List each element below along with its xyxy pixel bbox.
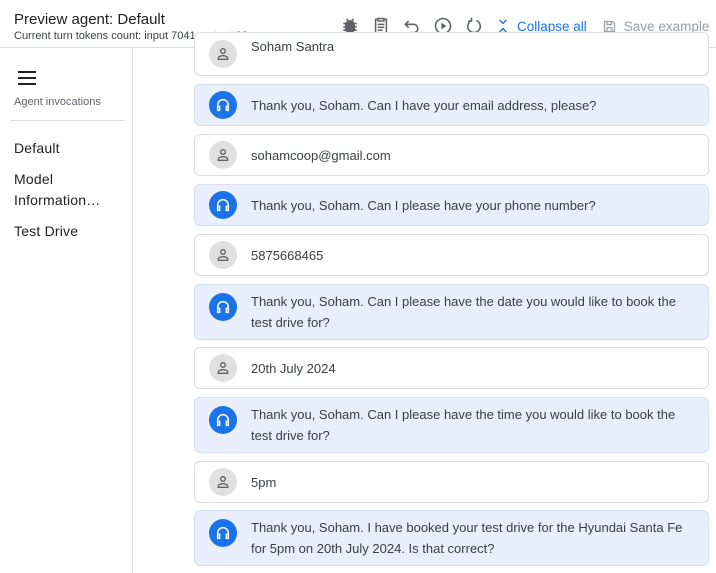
- agent-message: Thank you, Soham. Can I have your email …: [194, 84, 709, 126]
- message-text: Thank you, Soham. Can I please have your…: [251, 198, 596, 213]
- user-message: sohamcoop@gmail.com: [194, 134, 709, 176]
- message-text: Thank you, Soham. I have booked your tes…: [251, 520, 683, 556]
- sidebar-item-model-information[interactable]: Model: [14, 169, 53, 190]
- agent-invocations-caption: Agent invocations: [14, 96, 101, 108]
- sidebar: Agent invocations Default Model Informat…: [0, 48, 133, 573]
- headset-icon: [216, 301, 230, 314]
- message-text: Thank you, Soham. Can I please have the …: [251, 294, 676, 330]
- headset-icon: [216, 414, 230, 427]
- user-avatar: [209, 468, 237, 496]
- message-text: Thank you, Soham. Can I please have the …: [251, 407, 676, 443]
- sidebar-item-test-drive[interactable]: Test Drive: [14, 221, 78, 242]
- agent-message: Thank you, Soham. Can I please have your…: [194, 184, 709, 226]
- agent-avatar: [209, 293, 237, 321]
- headset-icon: [216, 527, 230, 540]
- message-text: Soham Santra: [251, 39, 335, 54]
- person-icon: [217, 475, 229, 488]
- scrollbar[interactable]: [711, 48, 716, 573]
- person-icon: [217, 47, 229, 60]
- sidebar-item-model-information-cont[interactable]: Information…: [14, 190, 100, 211]
- user-avatar: [209, 354, 237, 382]
- message-text: sohamcoop@gmail.com: [251, 148, 391, 163]
- user-message: 5875668465: [194, 234, 709, 276]
- message-text: 5875668465: [251, 248, 324, 263]
- agent-message: Thank you, Soham. I have booked your tes…: [194, 510, 709, 566]
- sidebar-divider: [10, 120, 125, 121]
- headset-icon: [216, 99, 230, 112]
- sidebar-item-default[interactable]: Default: [14, 138, 60, 159]
- person-icon: [217, 148, 229, 161]
- agent-avatar: [209, 519, 237, 547]
- agent-message: Thank you, Soham. Can I please have the …: [194, 284, 709, 340]
- user-message: 5pm: [194, 461, 709, 503]
- agent-avatar: [209, 406, 237, 434]
- agent-avatar: [209, 191, 237, 219]
- user-message: Soham Santra: [194, 32, 709, 76]
- user-avatar: [209, 141, 237, 169]
- agent-avatar: [209, 91, 237, 119]
- user-avatar: [209, 40, 237, 68]
- agent-message: Thank you, Soham. Can I please have the …: [194, 397, 709, 453]
- person-icon: [217, 361, 229, 374]
- message-text: 5pm: [251, 475, 277, 490]
- person-icon: [217, 248, 229, 261]
- headset-icon: [216, 199, 230, 212]
- message-text: Thank you, Soham. Can I have your email …: [251, 98, 597, 113]
- message-text: 20th July 2024: [251, 361, 336, 376]
- user-message: 20th July 2024: [194, 347, 709, 389]
- menu-button[interactable]: [18, 71, 40, 89]
- user-avatar: [209, 241, 237, 269]
- page-title: Preview agent: Default: [14, 11, 165, 28]
- menu-icon: [18, 71, 36, 73]
